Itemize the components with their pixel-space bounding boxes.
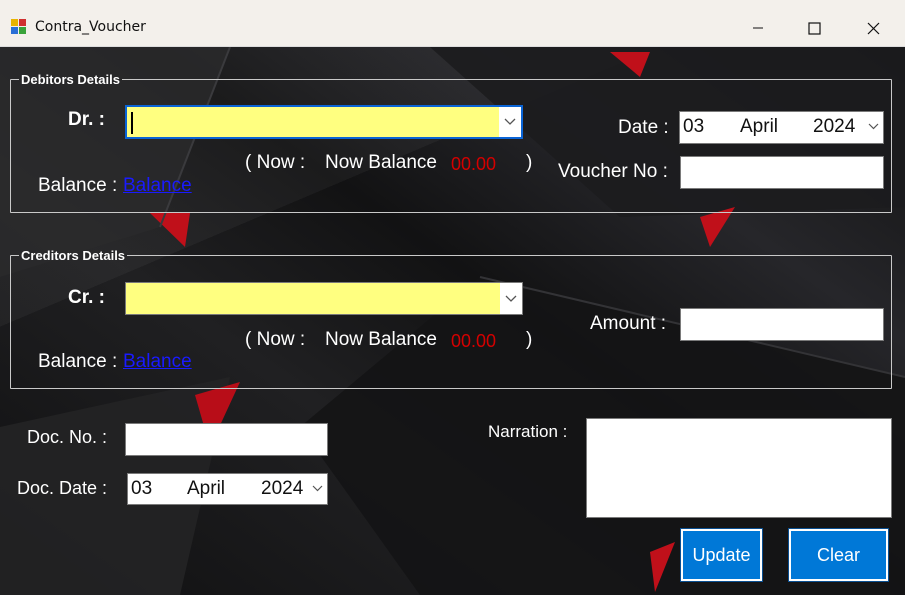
close-icon [867,22,879,34]
date-label: Date : [618,117,669,138]
chevron-down-icon [505,295,517,302]
cr-now-open: ( Now : [245,329,306,350]
date-month: April [740,116,779,137]
update-button[interactable]: Update [680,528,763,582]
dr-now-balance-label: Now Balance [325,152,437,173]
cr-balance-label: Balance : [38,351,118,372]
amount-input[interactable] [680,308,884,341]
date-day: 03 [683,116,705,137]
dr-now-close: ) [526,152,533,173]
window-title: Contra_Voucher [35,19,146,35]
doc-no-input[interactable] [125,423,328,456]
close-button[interactable] [850,11,896,45]
doc-date-year: 2024 [261,478,304,499]
minimize-icon [753,27,763,29]
doc-date-picker[interactable]: 03 April 2024 [127,473,328,505]
dr-balance-label: Balance : [38,175,118,196]
cr-combo-dropdown[interactable] [500,283,522,314]
cr-label: Cr. : [68,287,105,308]
dr-account-combo[interactable] [125,105,523,139]
cr-account-combo[interactable] [125,282,523,315]
narration-textarea[interactable] [586,418,892,518]
title-bar: Contra_Voucher [0,0,905,47]
voucher-no-input[interactable] [680,156,884,189]
chevron-down-icon [312,485,323,492]
text-caret [131,112,133,134]
cr-now-balance-value: 00.00 [451,331,497,351]
form-client-area: Debitors Details Dr. : ( Now : Now Balan… [0,47,905,595]
cr-now-balance-label: Now Balance [325,329,437,350]
debitors-group-title: Debitors Details [21,72,120,87]
voucher-no-label: Voucher No : [558,161,668,182]
doc-date-day: 03 [131,478,153,499]
date-picker[interactable]: 03 April 2024 [679,111,884,144]
cr-balance-link[interactable]: Balance [123,351,192,373]
chevron-down-icon [504,118,516,125]
maximize-icon [807,21,821,35]
app-icon [11,19,27,35]
dr-label: Dr. : [68,109,105,130]
dr-now-balance-value: 00.00 [451,154,497,174]
dr-now-open: ( Now : [245,152,306,173]
maximize-button[interactable] [791,11,837,45]
chevron-down-icon [868,123,879,130]
dr-combo-dropdown[interactable] [499,107,521,137]
creditors-group-title: Creditors Details [21,248,126,263]
doc-date-month: April [187,478,226,499]
dr-balance-link[interactable]: Balance [123,175,192,197]
amount-label: Amount : [590,313,667,334]
doc-date-label: Doc. Date : [17,478,108,498]
cr-now-close: ) [526,329,533,350]
clear-button[interactable]: Clear [788,528,889,582]
narration-label: Narration : [488,422,568,441]
date-year: 2024 [813,116,856,137]
minimize-button[interactable] [735,11,781,45]
doc-no-label: Doc. No. : [27,427,108,447]
